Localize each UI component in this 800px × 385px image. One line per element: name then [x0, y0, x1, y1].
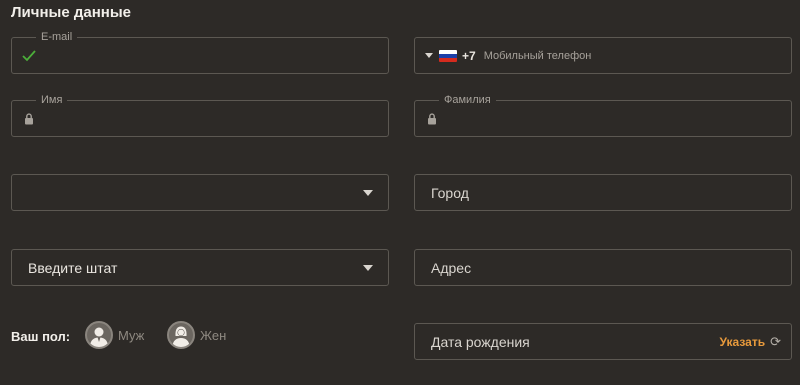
birth-date-placeholder: Дата рождения: [431, 333, 530, 350]
city-field[interactable]: Город: [414, 174, 792, 211]
phone-field[interactable]: +7 Мобильный телефон: [414, 37, 792, 74]
lock-icon: [22, 112, 36, 126]
last-name-label: Фамилия: [439, 93, 496, 107]
male-avatar-icon[interactable]: [85, 321, 113, 349]
check-icon: [22, 49, 36, 63]
russia-flag-icon[interactable]: [439, 49, 457, 62]
lock-icon: [425, 112, 439, 126]
country-code: +7: [462, 48, 476, 63]
gender-option-female[interactable]: Жен: [167, 321, 226, 349]
gender-label: Ваш пол:: [11, 329, 71, 344]
birth-date-set-button[interactable]: Указать ⟳: [720, 334, 781, 350]
chevron-down-icon[interactable]: [425, 53, 433, 58]
chevron-down-icon: [363, 189, 373, 196]
section-title: Личные данные: [11, 4, 131, 21]
birth-date-field[interactable]: Дата рождения Указать ⟳: [414, 323, 792, 360]
phone-placeholder: Мобильный телефон: [483, 49, 592, 62]
email-label: E-mail: [36, 30, 78, 44]
country-select[interactable]: [11, 174, 389, 211]
address-placeholder: Адрес: [431, 259, 472, 276]
last-name-field[interactable]: Фамилия: [414, 93, 792, 137]
state-select-value: Введите штат: [28, 259, 118, 276]
email-field[interactable]: E-mail: [11, 30, 389, 74]
gender-option-label: Жен: [200, 327, 227, 343]
refresh-icon: ⟳: [770, 333, 781, 349]
city-placeholder: Город: [431, 184, 469, 201]
first-name-field[interactable]: Имя: [11, 93, 389, 137]
chevron-down-icon: [363, 264, 373, 271]
female-avatar-icon[interactable]: [167, 321, 195, 349]
state-select[interactable]: Введите штат: [11, 249, 389, 286]
birth-date-set-label: Указать: [719, 334, 766, 349]
first-name-label: Имя: [36, 93, 68, 107]
gender-option-label: Муж: [118, 327, 145, 343]
gender-option-male[interactable]: Муж: [85, 321, 144, 349]
address-field[interactable]: Адрес: [414, 249, 792, 286]
